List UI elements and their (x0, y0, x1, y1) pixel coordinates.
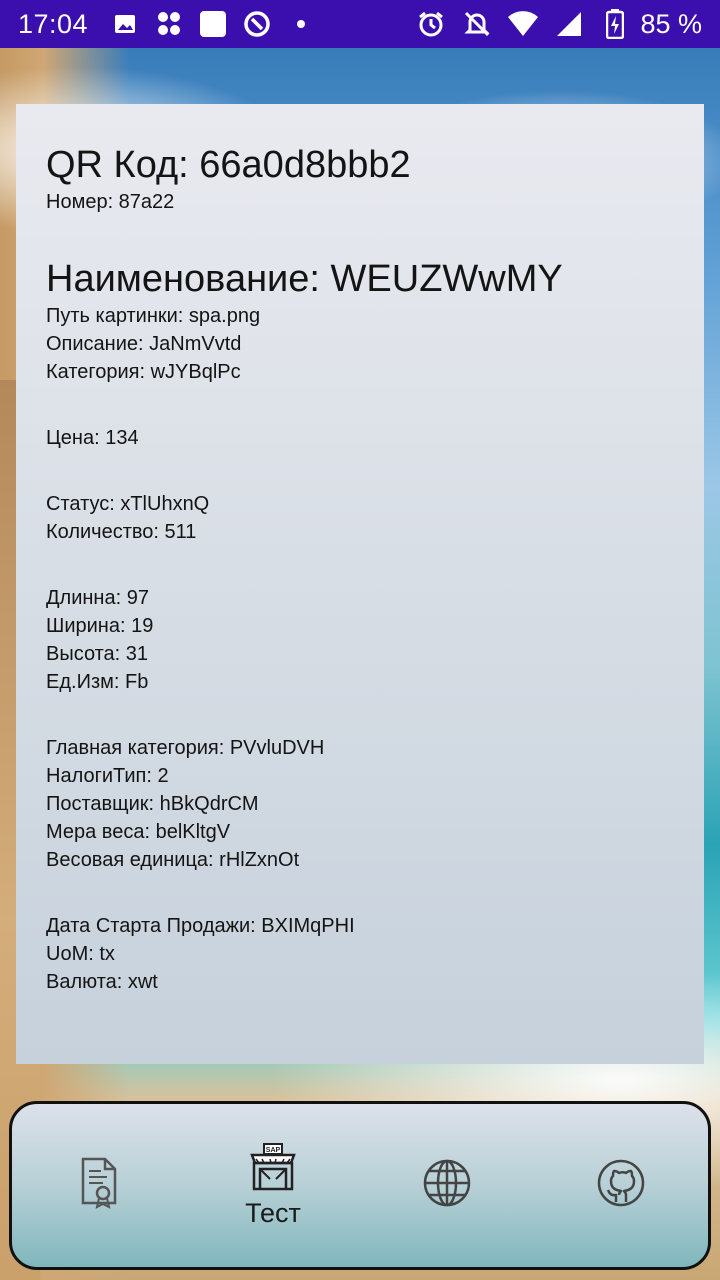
nav-item-globe[interactable] (387, 1126, 507, 1246)
sync-icon (242, 9, 272, 39)
product-card: QR Код: 66a0d8bbb2 Номер: 87a22 Наименов… (16, 104, 704, 1064)
certificate-document-icon (79, 1157, 119, 1214)
weight-measure-text: Мера веса: belKltgV (46, 821, 231, 843)
nav-item-certificate[interactable] (39, 1126, 159, 1246)
nav-item-test[interactable]: SAP Тест (213, 1126, 333, 1246)
number-text: Номер: 87a22 (46, 191, 175, 213)
height-text: Высота: 31 (46, 643, 149, 665)
quantity-text: Количество: 511 (46, 521, 197, 543)
unit-text: Ед.Изм: Fb (46, 671, 149, 693)
weight-unit-text: Весовая единица: rHlZxnOt (46, 849, 300, 871)
svg-text:SAP: SAP (266, 1147, 281, 1154)
main-category-text: Главная категория: PVvluDVH (46, 737, 325, 759)
currency-text: Валюта: xwt (46, 971, 158, 993)
signal-icon (554, 9, 584, 39)
status-time: 17:04 (18, 8, 89, 39)
price-text: Цена: 134 (46, 427, 139, 449)
status-bar: 17:04 85 % (0, 0, 720, 48)
globe-icon (422, 1158, 472, 1213)
tax-type-text: НалогиТип: 2 (46, 765, 169, 787)
sale-start-date-text: Дата Старта Продажи: BXIMqPHI (46, 915, 355, 937)
battery-percentage: 85 % (640, 8, 702, 39)
apps-dots-icon (154, 9, 184, 39)
nav-item-github[interactable] (561, 1126, 681, 1246)
image-path-text: Путь картинки: spa.png (46, 305, 261, 327)
image-icon (110, 9, 140, 39)
alarm-icon (416, 9, 446, 39)
name-title: Наименование: WEUZWwMY (46, 258, 563, 300)
dot-icon (286, 9, 316, 39)
supplier-text: Поставщик: hBkQdrCM (46, 793, 259, 815)
category-text: Категория: wJYBqlPc (46, 361, 241, 383)
nav-item-test-label: Тест (245, 1197, 301, 1228)
description-text: Описание: JaNmVvtd (46, 333, 242, 355)
github-icon (596, 1158, 646, 1213)
qr-code-title: QR Код: 66a0d8bbb2 (46, 144, 411, 186)
uom-text: UoM: tx (46, 943, 115, 965)
battery-charging-icon (600, 9, 630, 39)
length-text: Длинна: 97 (46, 587, 149, 609)
sap-store-icon: SAP (248, 1142, 298, 1196)
width-text: Ширина: 19 (46, 615, 154, 637)
notifications-off-icon (462, 9, 492, 39)
wifi-icon (508, 9, 539, 39)
square-icon (198, 9, 228, 39)
bottom-navigation: SAP Тест (9, 1101, 711, 1270)
status-text: Статус: xTlUhxnQ (46, 493, 210, 515)
